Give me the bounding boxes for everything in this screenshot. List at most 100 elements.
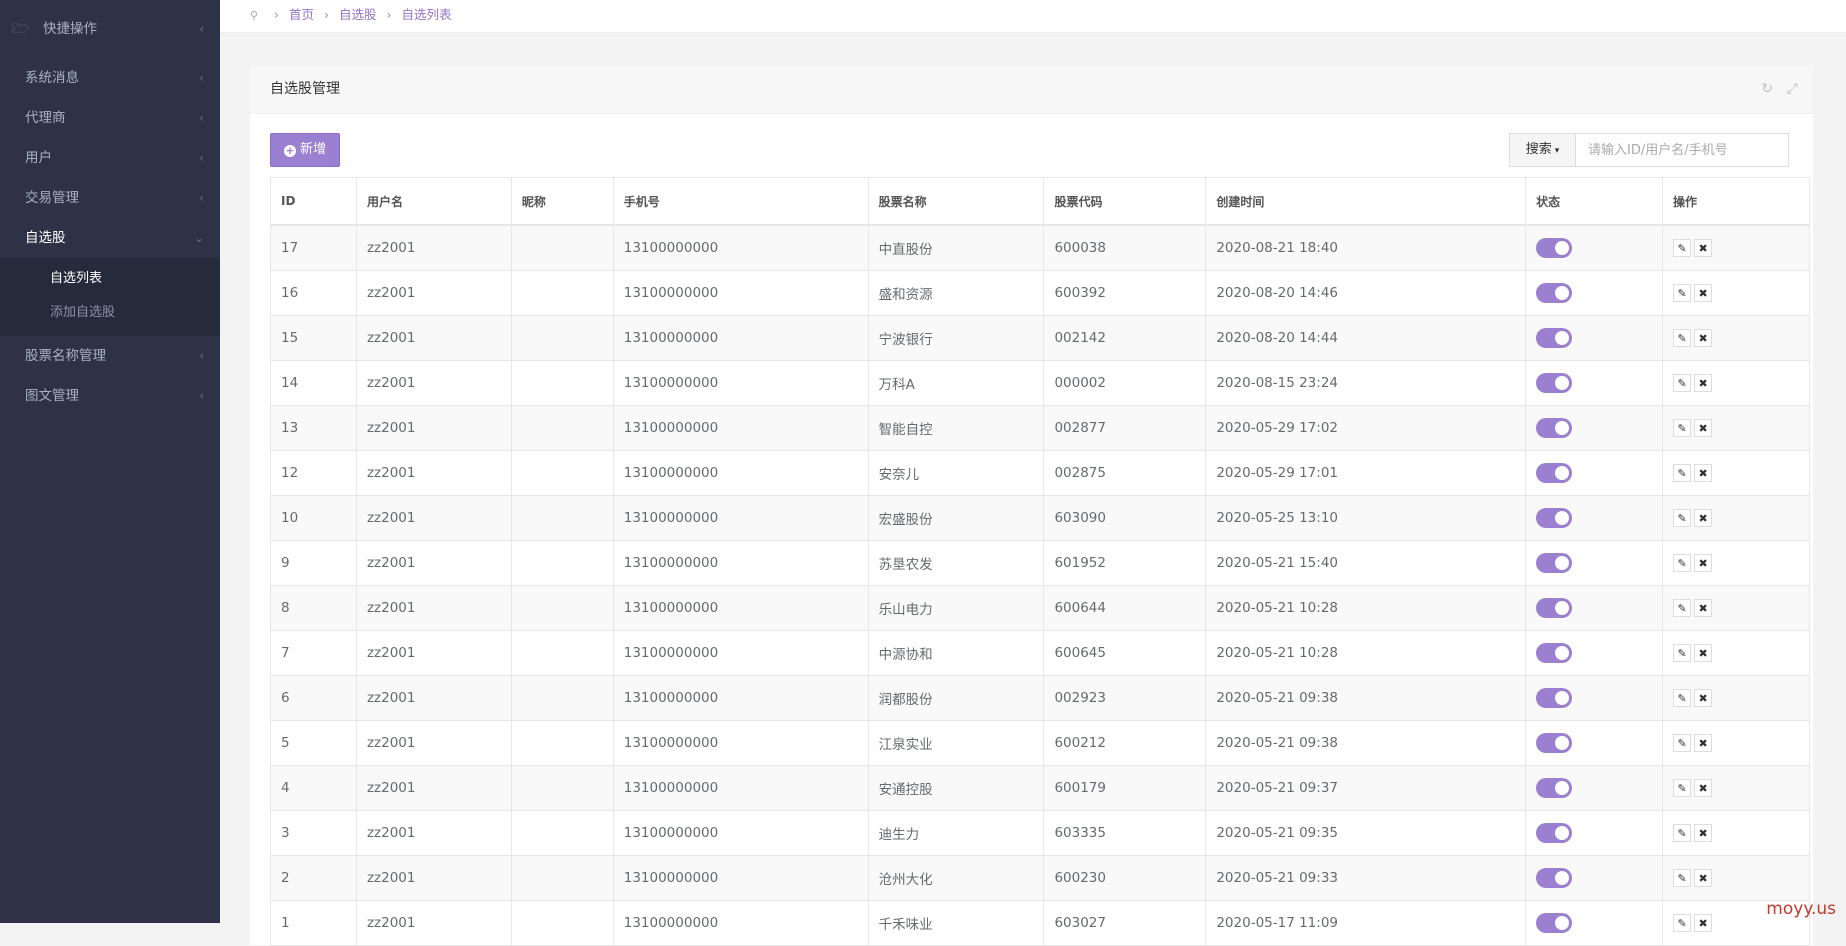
- delete-icon[interactable]: ✖: [1694, 644, 1713, 662]
- sidebar-item-stock-name-management[interactable]: 股票名称管理 ‹: [0, 336, 220, 376]
- status-toggle[interactable]: [1536, 328, 1573, 348]
- submenu-item-watchlist-list[interactable]: 自选列表: [0, 262, 220, 296]
- status-toggle[interactable]: [1536, 238, 1573, 258]
- search-dropdown-button[interactable]: 搜索 ▾: [1509, 133, 1575, 167]
- edit-icon[interactable]: ✎: [1673, 914, 1692, 932]
- breadcrumb-home[interactable]: 首页: [289, 7, 314, 22]
- edit-icon[interactable]: ✎: [1673, 464, 1692, 482]
- edit-icon[interactable]: ✎: [1673, 374, 1692, 392]
- cell-stock-name: 乐山电力: [867, 585, 1045, 631]
- status-toggle[interactable]: [1536, 688, 1573, 708]
- status-toggle[interactable]: [1536, 868, 1573, 888]
- edit-icon[interactable]: ✎: [1673, 824, 1692, 842]
- cell-stock-code: 002142: [1043, 315, 1207, 361]
- cell-nickname: [510, 630, 614, 676]
- status-toggle[interactable]: [1536, 823, 1573, 843]
- status-toggle[interactable]: [1536, 598, 1573, 618]
- cell-status: [1525, 900, 1664, 946]
- delete-icon[interactable]: ✖: [1694, 779, 1713, 797]
- submenu-item-add-watchlist[interactable]: 添加自选股: [0, 296, 220, 330]
- status-toggle[interactable]: [1536, 373, 1573, 393]
- delete-icon[interactable]: ✖: [1694, 509, 1713, 527]
- column-header-username[interactable]: 用户名: [355, 177, 512, 226]
- delete-icon[interactable]: ✖: [1694, 689, 1713, 707]
- sidebar-item-users[interactable]: 用户 ‹: [0, 138, 220, 178]
- cell-status: [1525, 315, 1664, 361]
- status-toggle[interactable]: [1536, 418, 1573, 438]
- cell-username: zz2001: [355, 585, 512, 631]
- delete-icon[interactable]: ✖: [1694, 914, 1713, 932]
- delete-icon[interactable]: ✖: [1694, 284, 1713, 302]
- cell-stock-name: 江泉实业: [867, 720, 1045, 766]
- edit-icon[interactable]: ✎: [1673, 644, 1692, 662]
- toggle-knob: [1555, 556, 1570, 570]
- cell-phone: 13100000000: [612, 585, 869, 631]
- column-header-phone[interactable]: 手机号: [612, 177, 869, 226]
- delete-icon[interactable]: ✖: [1694, 374, 1713, 392]
- breadcrumb-current[interactable]: 自选列表: [402, 7, 452, 22]
- delete-icon[interactable]: ✖: [1694, 419, 1713, 437]
- sidebar-item-watchlist[interactable]: 自选股 ⌄: [0, 218, 220, 258]
- breadcrumb-section[interactable]: 自选股: [339, 7, 377, 22]
- sidebar-item-quick-actions[interactable]: 🗁 快捷操作 ‹: [0, 0, 220, 58]
- delete-icon[interactable]: ✖: [1694, 824, 1713, 842]
- edit-icon[interactable]: ✎: [1673, 554, 1692, 572]
- status-toggle[interactable]: [1536, 508, 1573, 528]
- toggle-knob: [1555, 376, 1570, 390]
- toggle-knob: [1555, 646, 1570, 660]
- status-toggle[interactable]: [1536, 643, 1573, 663]
- add-button-label: 新增: [299, 142, 326, 157]
- table-row: 13 zz2001 13100000000 智能自控 002877 2020-05-29 …: [270, 405, 1810, 451]
- add-button[interactable]: + 新增: [270, 133, 340, 167]
- delete-icon[interactable]: ✖: [1694, 239, 1713, 257]
- cell-username: zz2001: [355, 675, 512, 721]
- sidebar-item-agents[interactable]: 代理商 ‹: [0, 98, 220, 138]
- edit-icon[interactable]: ✎: [1673, 689, 1692, 707]
- delete-icon[interactable]: ✖: [1694, 869, 1713, 887]
- column-header-id[interactable]: ID: [270, 177, 357, 226]
- fullscreen-icon[interactable]: ⤢: [1787, 65, 1798, 113]
- edit-icon[interactable]: ✎: [1673, 284, 1692, 302]
- sidebar-item-content-management[interactable]: 图文管理 ‹: [0, 376, 220, 416]
- edit-icon[interactable]: ✎: [1673, 419, 1692, 437]
- cell-nickname: [510, 405, 614, 451]
- cell-nickname: [510, 540, 614, 586]
- status-toggle[interactable]: [1536, 778, 1573, 798]
- edit-icon[interactable]: ✎: [1673, 734, 1692, 752]
- delete-icon[interactable]: ✖: [1694, 329, 1713, 347]
- cell-id: 6: [270, 675, 357, 721]
- delete-icon[interactable]: ✖: [1694, 554, 1713, 572]
- status-toggle[interactable]: [1536, 913, 1573, 933]
- search-input[interactable]: [1575, 133, 1789, 167]
- edit-icon[interactable]: ✎: [1673, 779, 1692, 797]
- status-toggle[interactable]: [1536, 553, 1573, 573]
- status-toggle[interactable]: [1536, 463, 1573, 483]
- cell-actions: ✎ ✖: [1662, 224, 1810, 271]
- cell-username: zz2001: [355, 630, 512, 676]
- column-header-status[interactable]: 状态: [1525, 177, 1664, 226]
- refresh-icon[interactable]: ↻: [1761, 65, 1773, 113]
- edit-icon[interactable]: ✎: [1673, 329, 1692, 347]
- table-row: 17 zz2001 13100000000 中直股份 600038 2020-08-21 …: [270, 224, 1810, 271]
- edit-icon[interactable]: ✎: [1673, 869, 1692, 887]
- delete-icon[interactable]: ✖: [1694, 464, 1713, 482]
- edit-icon[interactable]: ✎: [1673, 599, 1692, 617]
- edit-icon[interactable]: ✎: [1673, 509, 1692, 527]
- sidebar-item-trade-management[interactable]: 交易管理 ‹: [0, 178, 220, 218]
- table-toolbar: + 新增 搜索 ▾: [250, 114, 1813, 180]
- delete-icon[interactable]: ✖: [1694, 599, 1713, 617]
- cell-status: [1525, 675, 1664, 721]
- column-header-created-time[interactable]: 创建时间: [1205, 177, 1527, 226]
- column-header-stock-name[interactable]: 股票名称: [867, 177, 1045, 226]
- watchlist-submenu: 自选列表 添加自选股: [0, 258, 220, 336]
- column-header-stock-code[interactable]: 股票代码: [1043, 177, 1207, 226]
- cell-actions: ✎ ✖: [1662, 315, 1810, 361]
- status-toggle[interactable]: [1536, 283, 1573, 303]
- status-toggle[interactable]: [1536, 733, 1573, 753]
- column-header-nickname[interactable]: 昵称: [510, 177, 614, 226]
- edit-icon[interactable]: ✎: [1673, 239, 1692, 257]
- caret-down-icon: ▾: [1554, 146, 1560, 156]
- sidebar-item-system-messages[interactable]: 系统消息 ‹: [0, 58, 220, 98]
- cell-phone: 13100000000: [612, 360, 869, 406]
- delete-icon[interactable]: ✖: [1694, 734, 1713, 752]
